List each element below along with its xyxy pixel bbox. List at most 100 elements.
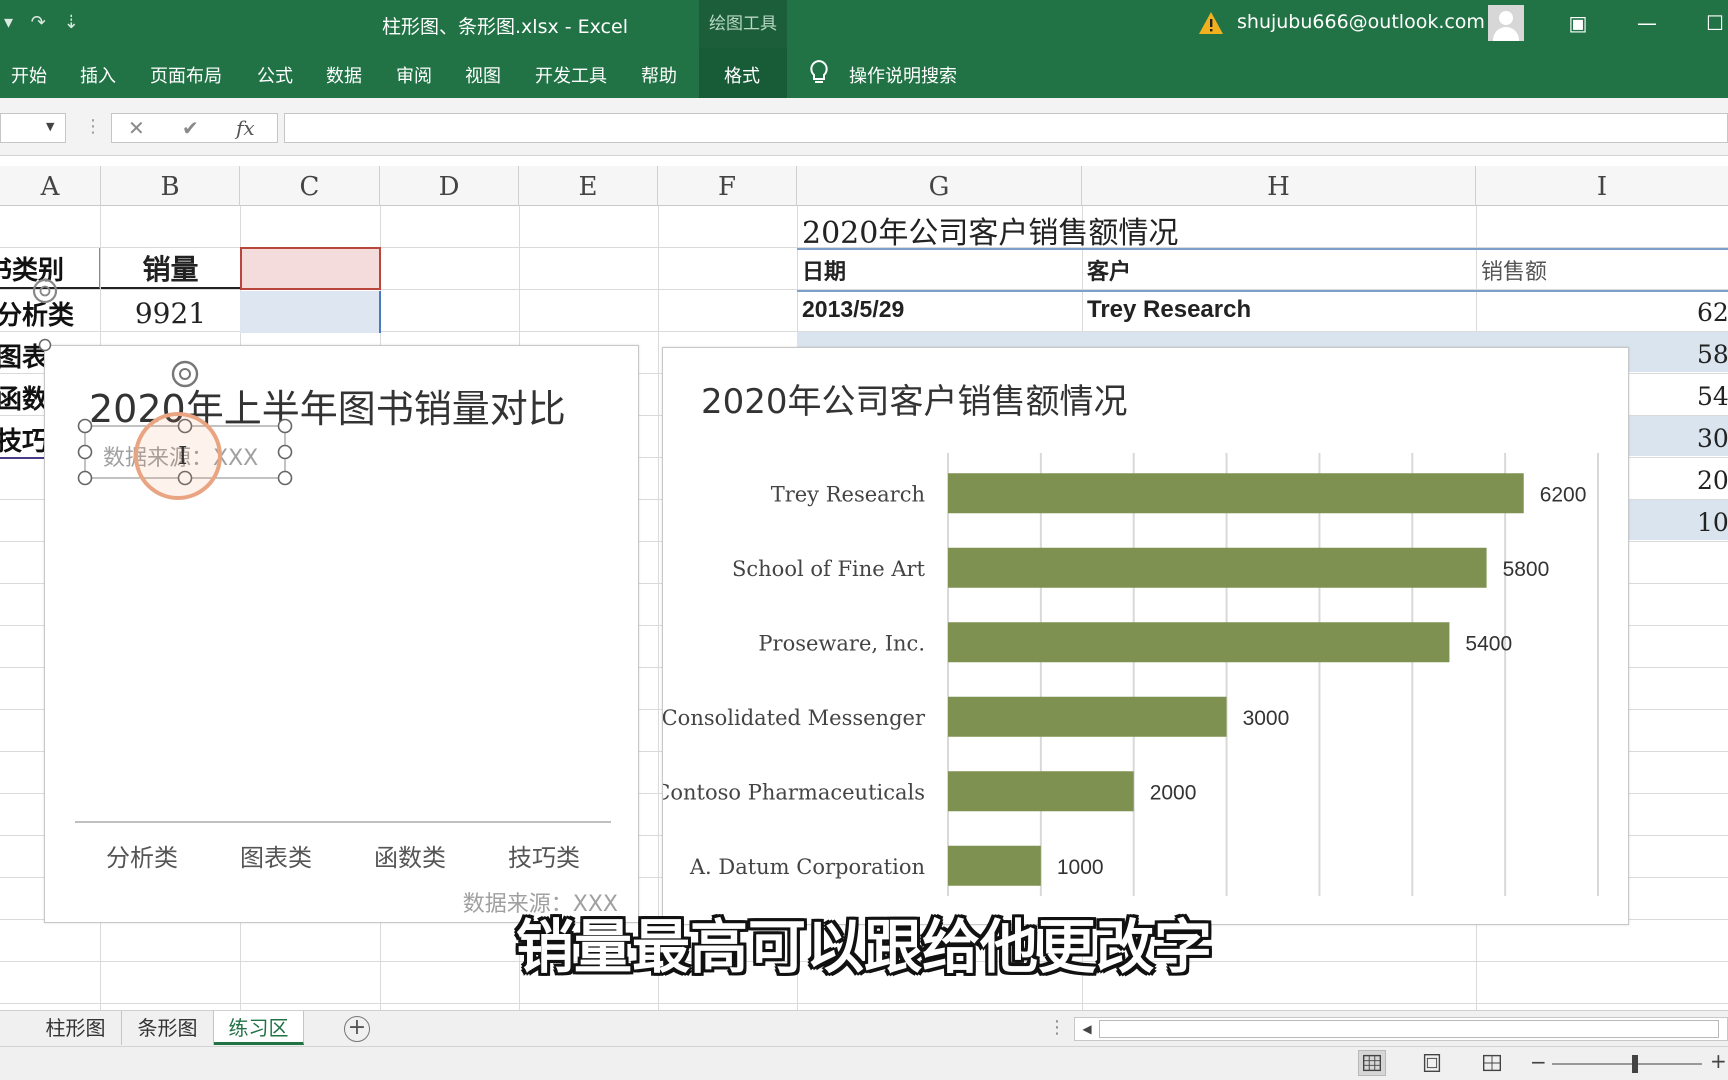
name-box-dropdown-icon[interactable]: ▼: [46, 120, 54, 133]
category-tick-label[interactable]: 分析类: [106, 844, 178, 872]
lightbulb-icon[interactable]: [808, 59, 830, 87]
tab-developer[interactable]: 开发工具: [535, 62, 607, 88]
tab-home[interactable]: 开始: [11, 62, 47, 88]
resize-handle[interactable]: [277, 444, 293, 460]
tab-format[interactable]: 格式: [724, 62, 760, 88]
category-tick-label[interactable]: 函数类: [374, 844, 446, 872]
cell-sales[interactable]: 58: [1697, 340, 1728, 369]
category-tick-label[interactable]: Proseware, Inc.: [758, 631, 925, 655]
name-box[interactable]: [0, 113, 66, 143]
tell-me-search[interactable]: 操作说明搜索: [849, 62, 957, 88]
column-header-i[interactable]: I: [1476, 166, 1728, 206]
sheet-tab-column-chart[interactable]: 柱形图: [30, 1011, 122, 1045]
zoom-out-button[interactable]: −: [1530, 1050, 1547, 1074]
data-label[interactable]: 5400: [1465, 632, 1512, 655]
category-tick-label[interactable]: School of Fine Art: [732, 557, 926, 581]
cancel-icon[interactable]: ✕: [128, 116, 145, 140]
customer-sales-chart[interactable]: 2020年公司客户销售额情况 Trey Research 6200 School o…: [662, 347, 1629, 925]
category-tick-label[interactable]: A. Datum Corporation: [689, 855, 925, 879]
rotate-icon[interactable]: [30, 276, 60, 306]
tab-data[interactable]: 数据: [326, 62, 362, 88]
insert-function-button[interactable]: fx: [236, 116, 255, 140]
tab-insert[interactable]: 插入: [80, 62, 116, 88]
data-label[interactable]: 2000: [1150, 781, 1197, 804]
data-label[interactable]: 1000: [1057, 856, 1104, 879]
data-label[interactable]: 5800: [1503, 558, 1550, 581]
bar[interactable]: [948, 622, 1450, 663]
maximize-icon[interactable]: ☐: [1700, 8, 1728, 38]
minimize-icon[interactable]: —: [1632, 8, 1662, 38]
formula-input[interactable]: [284, 113, 1728, 143]
book-sales-chart[interactable]: 2020年上半年图书销量对比 数据来源：XXX 数据来源：XXX 分析类图表类函…: [44, 345, 639, 923]
zoom-slider[interactable]: [1552, 1063, 1702, 1065]
category-tick-label[interactable]: 图表类: [240, 844, 312, 872]
header-customer[interactable]: 客户: [1087, 254, 1131, 286]
normal-view-icon[interactable]: [1358, 1050, 1386, 1076]
scroll-left-icon[interactable]: ◀: [1075, 1018, 1099, 1040]
account-email[interactable]: shujubu666@outlook.com: [1237, 11, 1485, 33]
column-header-g[interactable]: G: [797, 166, 1082, 206]
column-header-d[interactable]: D: [380, 166, 519, 206]
header-sales[interactable]: 销售额: [1481, 254, 1547, 286]
page-layout-view-icon[interactable]: [1418, 1050, 1446, 1076]
sales-table-title[interactable]: 2020年公司客户销售额情况: [802, 208, 1178, 252]
resize-handle[interactable]: [77, 444, 93, 460]
resize-handle[interactable]: [77, 470, 93, 486]
category-tick-label[interactable]: Consolidated Messenger: [663, 706, 926, 730]
bar[interactable]: [948, 771, 1134, 812]
cell-c2-selected[interactable]: [240, 247, 381, 290]
zoom-in-button[interactable]: +: [1710, 1049, 1727, 1073]
ribbon-display-options-icon[interactable]: ▣: [1563, 8, 1593, 38]
header-date[interactable]: 日期: [802, 254, 846, 286]
tab-page-layout[interactable]: 页面布局: [150, 62, 222, 88]
sheet-tab-practice[interactable]: 练习区: [214, 1011, 304, 1045]
category-tick-label[interactable]: Contoso Pharmaceuticals: [663, 780, 925, 804]
bar[interactable]: [948, 696, 1227, 737]
column-header-h[interactable]: H: [1082, 166, 1476, 206]
sheet-tab-bar-chart[interactable]: 条形图: [122, 1011, 214, 1045]
tab-view[interactable]: 视图: [465, 62, 501, 88]
data-label[interactable]: 6200: [1540, 483, 1587, 506]
cell-customer[interactable]: Trey Research: [1087, 296, 1251, 324]
column-header-a[interactable]: A: [0, 166, 101, 206]
split-grip-icon[interactable]: ⋮: [1048, 1017, 1066, 1038]
category-tick-label[interactable]: Trey Research: [771, 482, 925, 506]
bar[interactable]: [948, 547, 1487, 588]
cell-sales[interactable]: 62: [1697, 298, 1728, 327]
bar[interactable]: [948, 473, 1524, 514]
tab-help[interactable]: 帮助: [641, 62, 677, 88]
resize-handle[interactable]: [277, 470, 293, 486]
resize-handle[interactable]: [277, 418, 293, 434]
cell-sales[interactable]: 10: [1697, 508, 1728, 537]
cell-sales[interactable]: 30: [1697, 424, 1728, 453]
data-label[interactable]: 3000: [1243, 707, 1290, 730]
tab-formulas[interactable]: 公式: [257, 62, 293, 88]
enter-check-icon[interactable]: ✔: [182, 116, 199, 140]
resize-handle[interactable]: [77, 418, 93, 434]
zoom-slider-thumb[interactable]: [1632, 1055, 1638, 1073]
bar[interactable]: [948, 845, 1041, 886]
rotate-icon[interactable]: [171, 360, 199, 388]
cell-b2[interactable]: 销量: [101, 248, 240, 289]
add-sheet-button[interactable]: +: [344, 1016, 370, 1042]
cell-a5[interactable]: 函数: [0, 375, 44, 417]
page-break-preview-icon[interactable]: [1478, 1050, 1506, 1076]
cell-b3[interactable]: 9921: [101, 291, 240, 333]
cell-a6[interactable]: 技巧: [0, 417, 44, 459]
column-header-b[interactable]: B: [101, 166, 240, 206]
avatar[interactable]: [1488, 5, 1524, 41]
cell-sales[interactable]: 20: [1697, 466, 1728, 495]
cell-sales[interactable]: 54: [1697, 382, 1728, 411]
resize-handle[interactable]: [38, 338, 52, 352]
column-header-f[interactable]: F: [658, 166, 797, 206]
column-header-e[interactable]: E: [519, 166, 658, 206]
cell-date[interactable]: 2013/5/29: [802, 296, 904, 323]
cell-c3[interactable]: [240, 291, 381, 333]
tab-review[interactable]: 审阅: [396, 62, 432, 88]
column-header-c[interactable]: C: [240, 166, 380, 206]
warning-icon[interactable]: [1198, 11, 1224, 35]
category-tick-label[interactable]: 技巧类: [508, 844, 580, 872]
formula-bar-grip-icon[interactable]: ⋮: [84, 116, 102, 137]
horizontal-scrollbar[interactable]: ◀: [1074, 1017, 1728, 1041]
scrollbar-thumb[interactable]: [1099, 1020, 1719, 1038]
